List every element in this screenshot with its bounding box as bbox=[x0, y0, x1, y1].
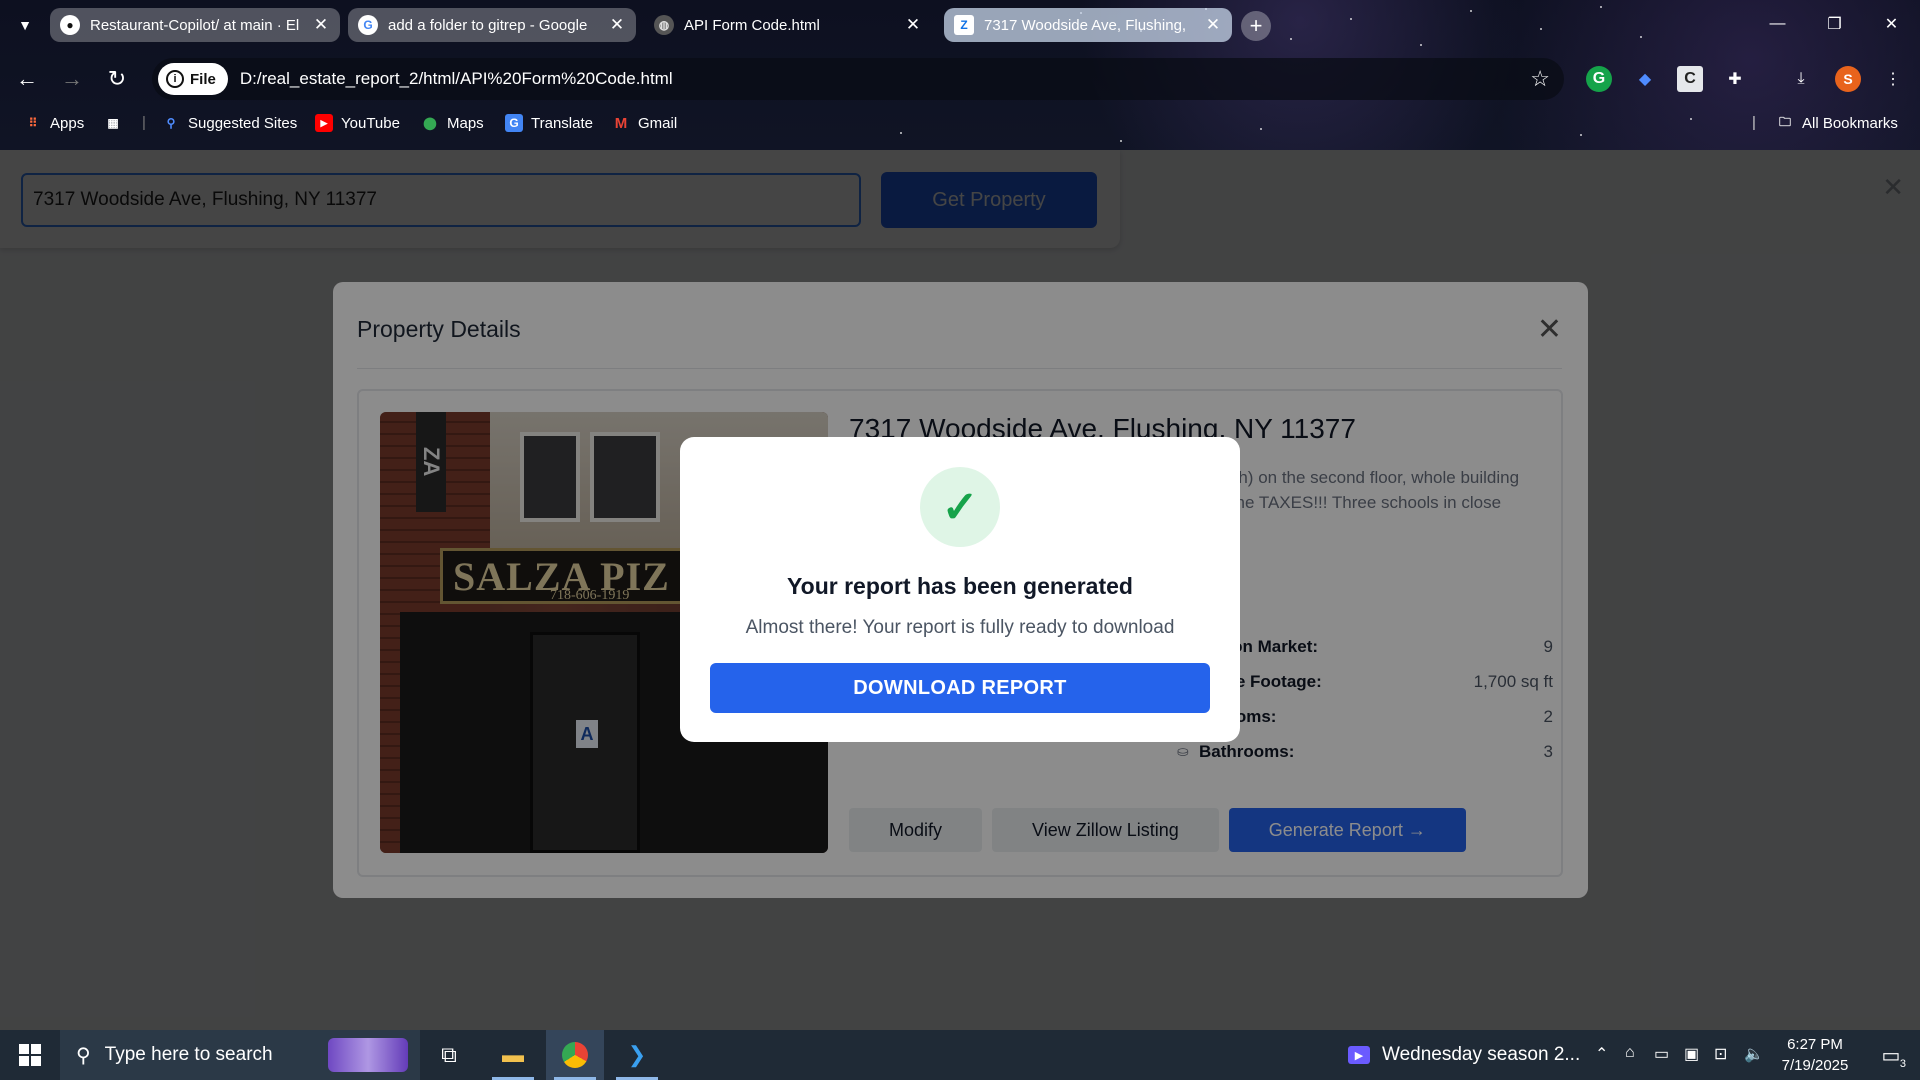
search-icon: ⚲ bbox=[76, 1044, 91, 1067]
reload-button[interactable]: ↻ bbox=[100, 62, 134, 96]
zillow-icon: Z bbox=[954, 15, 974, 35]
tab-github[interactable]: ● Restaurant-Copilot/ at main · El ✕ bbox=[50, 8, 340, 42]
arrow-right-icon: → bbox=[61, 66, 83, 91]
new-tab-button[interactable]: + bbox=[1241, 11, 1271, 41]
close-icon[interactable]: ✕ bbox=[312, 15, 330, 35]
success-subtitle: Almost there! Your report is fully ready… bbox=[745, 617, 1175, 638]
youtube-icon: ▶ bbox=[315, 114, 333, 132]
bookmark-apps[interactable]: ⠿ Apps bbox=[24, 114, 85, 132]
media-widget[interactable]: ▶ Wednesday season 2... bbox=[1348, 1030, 1580, 1080]
minimize-icon: — bbox=[1769, 15, 1786, 32]
bookmark-youtube[interactable]: ▶ YouTube bbox=[315, 114, 400, 132]
minimize-button[interactable]: — bbox=[1749, 0, 1806, 48]
address-bar[interactable]: i File D:/real_estate_report_2/html/API%… bbox=[152, 58, 1564, 100]
profile-avatar[interactable]: S bbox=[1835, 66, 1861, 92]
shield-icon[interactable]: ◆ bbox=[1632, 66, 1658, 92]
checkmark-icon: ✓ bbox=[920, 467, 1000, 547]
network-icon[interactable]: ⊡ bbox=[1714, 1044, 1727, 1064]
tab-google[interactable]: G add a folder to gitrep - Google ✕ bbox=[348, 8, 636, 42]
system-clock[interactable]: 6:27 PM 7/19/2025 bbox=[1770, 1034, 1860, 1076]
reload-icon: ↻ bbox=[107, 66, 127, 91]
chevron-up-icon[interactable]: ⌃ bbox=[1595, 1044, 1608, 1064]
browser-toolbar: ← → ↻ i File D:/real_estate_report_2/htm… bbox=[0, 56, 1920, 102]
start-button[interactable] bbox=[0, 1030, 60, 1080]
close-icon[interactable]: ✕ bbox=[1204, 15, 1222, 35]
tab-search-button[interactable]: ▼ bbox=[8, 12, 42, 38]
bookmark-grid[interactable]: ▦ bbox=[104, 114, 122, 132]
url-text[interactable]: D:/real_estate_report_2/html/API%20Form%… bbox=[240, 69, 673, 89]
download-report-button[interactable]: DOWNLOAD REPORT bbox=[710, 663, 1210, 713]
folder-icon: 🗀 bbox=[1778, 114, 1791, 129]
success-title: Your report has been generated bbox=[787, 573, 1133, 599]
puzzle-icon[interactable]: ✚ bbox=[1722, 66, 1748, 92]
page-content: Get Property ✕ Property Details ✕ ZA SAL… bbox=[0, 150, 1920, 1030]
tab-zillow-active[interactable]: Z 7317 Woodside Ave, Flushing, ✕ bbox=[944, 8, 1232, 42]
menu-dots-icon[interactable]: ⋮ bbox=[1880, 66, 1906, 92]
tab-api-form[interactable]: ◍ API Form Code.html ✕ bbox=[644, 8, 932, 42]
bookmark-separator: | bbox=[142, 114, 146, 131]
forward-button[interactable]: → bbox=[55, 62, 89, 96]
bookmark-gmail[interactable]: M Gmail bbox=[612, 114, 677, 132]
window-controls: — ❐ ✕ bbox=[1749, 0, 1920, 50]
bookmark-translate[interactable]: G Translate bbox=[505, 114, 593, 132]
extension-c-icon[interactable]: C bbox=[1677, 66, 1703, 92]
report-success-modal: ✓ Your report has been generated Almost … bbox=[680, 437, 1240, 742]
restore-icon: ❐ bbox=[1827, 16, 1842, 33]
apps-grid-icon: ⠿ bbox=[28, 116, 38, 130]
chevron-down-icon: ▼ bbox=[18, 17, 32, 33]
notifications-button[interactable]: ▭ 3 bbox=[1862, 1030, 1920, 1080]
taskbar-search[interactable]: ⚲ Type here to search bbox=[60, 1030, 420, 1080]
chrome-icon[interactable] bbox=[546, 1030, 604, 1080]
bookmarks-bar: ⠿ Apps ▦ | ⚲ Suggested Sites ▶ YouTube ⬤… bbox=[0, 110, 1920, 140]
github-icon: ● bbox=[60, 15, 80, 35]
file-explorer-icon[interactable]: ▬ bbox=[484, 1030, 542, 1080]
close-icon[interactable]: ✕ bbox=[904, 15, 922, 35]
arrow-left-icon: ← bbox=[16, 66, 38, 91]
gmail-icon: M bbox=[614, 114, 628, 132]
info-icon: i bbox=[166, 70, 184, 88]
display-icon[interactable]: ▣ bbox=[1684, 1044, 1699, 1064]
grid-icon: ▦ bbox=[107, 116, 119, 130]
close-icon: ✕ bbox=[1884, 16, 1899, 33]
google-icon: G bbox=[358, 15, 378, 35]
map-pin-icon: ⬤ bbox=[423, 116, 437, 130]
search-icon: ⚲ bbox=[166, 116, 176, 130]
meet-icon[interactable]: ⌂ bbox=[1625, 1044, 1635, 1062]
close-icon[interactable]: ✕ bbox=[608, 15, 626, 35]
back-button[interactable]: ← bbox=[10, 62, 44, 96]
site-info-chip[interactable]: i File bbox=[158, 63, 228, 95]
video-icon: ▶ bbox=[1348, 1046, 1370, 1064]
battery-icon[interactable]: ▭ bbox=[1654, 1044, 1669, 1064]
windows-logo-icon bbox=[19, 1044, 41, 1066]
bookmark-star-icon[interactable]: ☆ bbox=[1530, 66, 1550, 92]
translate-icon: G bbox=[505, 114, 523, 132]
bookmark-suggested-sites[interactable]: ⚲ Suggested Sites bbox=[162, 114, 298, 132]
plus-icon: + bbox=[1249, 13, 1263, 38]
grammarly-icon[interactable]: G bbox=[1586, 66, 1612, 92]
chat-bubble-icon: ▭ bbox=[1881, 1044, 1901, 1067]
window-close-button[interactable]: ✕ bbox=[1863, 0, 1920, 48]
windows-taskbar: ⚲ Type here to search ⧉ ▬ ❯ ▶ Wednesday … bbox=[0, 1030, 1920, 1080]
browser-chrome: ▼ ● Restaurant-Copilot/ at main · El ✕ G… bbox=[0, 0, 1920, 150]
tab-strip: ▼ ● Restaurant-Copilot/ at main · El ✕ G… bbox=[0, 0, 1920, 50]
vscode-icon[interactable]: ❯ bbox=[608, 1030, 666, 1080]
search-highlight-image bbox=[328, 1038, 408, 1072]
restore-button[interactable]: ❐ bbox=[1806, 0, 1863, 48]
all-bookmarks[interactable]: 🗀 All Bookmarks bbox=[1776, 114, 1898, 132]
bookmark-maps[interactable]: ⬤ Maps bbox=[421, 114, 483, 132]
task-view-icon[interactable]: ⧉ bbox=[420, 1030, 478, 1080]
bookmark-separator: | bbox=[1752, 114, 1756, 131]
globe-icon: ◍ bbox=[654, 15, 674, 35]
volume-icon[interactable]: 🔈 bbox=[1744, 1044, 1764, 1064]
download-icon[interactable]: ⤓ bbox=[1788, 66, 1814, 92]
